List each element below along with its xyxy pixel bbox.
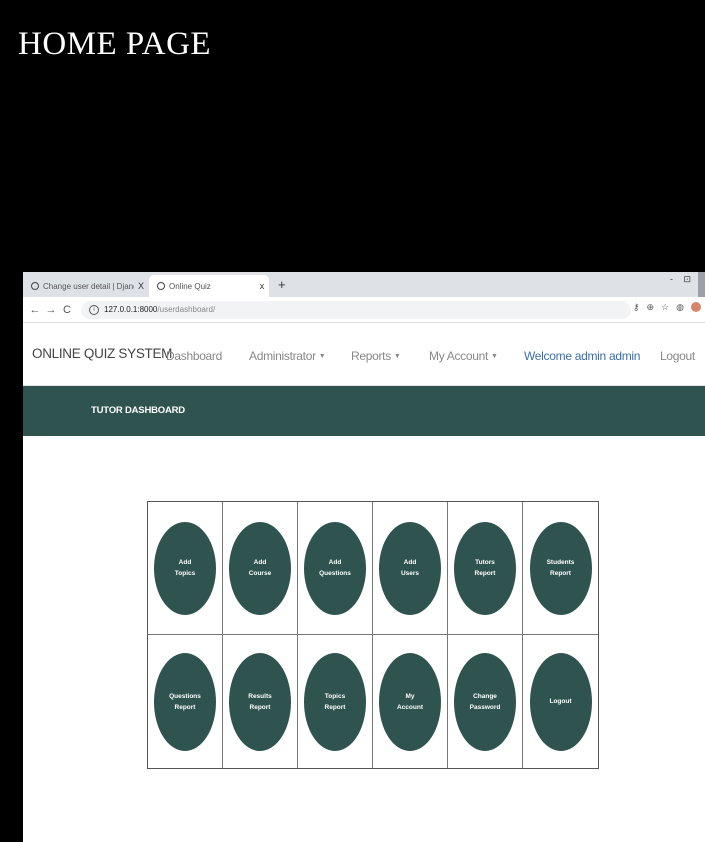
brand-title[interactable]: ONLINE QUIZ SYSTEM <box>32 346 172 361</box>
grid-cell: Results Report <box>223 635 298 768</box>
students-report-button[interactable]: Students Report <box>529 521 592 615</box>
nav-label: Dashboard <box>166 349 223 363</box>
url-host: 127.0.0.1:8000 <box>104 305 158 314</box>
add-topics-button[interactable]: Add Topics <box>154 521 216 615</box>
results-report-button[interactable]: Results Report <box>229 652 291 751</box>
caret-down-icon: ▼ <box>393 353 401 361</box>
nav-label: Administrator <box>249 349 316 363</box>
add-questions-button[interactable]: Add Questions <box>304 521 366 615</box>
dashboard-banner: TUTOR DASHBOARD <box>23 386 705 436</box>
nav-logout[interactable]: Logout <box>660 349 695 363</box>
info-icon[interactable]: i <box>89 304 99 315</box>
close-icon[interactable]: x <box>255 281 269 291</box>
tutors-report-button[interactable]: Tutors Report <box>454 521 516 615</box>
globe-icon <box>157 282 165 290</box>
address-bar: ← → C i 127.0.0.1:8000/userdashboard/ ⚷ … <box>23 297 705 323</box>
page-title: HOME PAGE <box>18 26 212 62</box>
zoom-icon[interactable]: ⊕ <box>647 302 655 313</box>
grid-cell: My Account <box>373 635 448 768</box>
back-arrow-icon[interactable]: ← <box>27 304 43 316</box>
nav-my-account[interactable]: My Account ▼ <box>429 349 498 363</box>
grid-cell: Add Course <box>223 502 298 635</box>
caret-down-icon: ▼ <box>491 353 498 361</box>
new-tab-button[interactable]: + <box>278 277 286 292</box>
add-course-button[interactable]: Add Course <box>229 521 291 615</box>
globe-icon <box>31 282 39 290</box>
star-icon[interactable]: ☆ <box>661 302 669 313</box>
url-input[interactable]: i 127.0.0.1:8000/userdashboard/ <box>81 300 631 319</box>
tab-label: Change user detail | Django site <box>43 281 134 291</box>
app-navbar: ONLINE QUIZ SYSTEM Dashboard Administrat… <box>23 323 705 386</box>
questions-report-button[interactable]: Questions Report <box>154 652 216 751</box>
add-users-button[interactable]: Add Users <box>379 521 441 615</box>
tab-label: Online Quiz <box>169 281 211 291</box>
grid-cell: Add Topics <box>148 502 223 635</box>
grid-cell: Topics Report <box>298 635 373 768</box>
logout-button[interactable]: Logout <box>529 652 592 751</box>
browser-screenshot: Change user detail | Django site X Onlin… <box>23 272 705 842</box>
my-account-button[interactable]: My Account <box>379 652 441 751</box>
grid-cell: Add Questions <box>298 502 373 635</box>
grid-cell: Students Report <box>523 502 598 635</box>
nav-dashboard[interactable]: Dashboard <box>166 349 222 363</box>
tab-strip: Change user detail | Django site X Onlin… <box>23 272 705 297</box>
avatar[interactable] <box>691 302 701 312</box>
forward-arrow-icon[interactable]: → <box>43 304 59 316</box>
change-password-button[interactable]: Change Password <box>454 652 516 751</box>
grid-cell: Questions Report <box>148 635 223 768</box>
extension-icon[interactable]: ◍ <box>676 302 684 313</box>
url-path: /userdashboard/ <box>157 305 216 314</box>
welcome-link[interactable]: Welcome admin admin <box>524 349 640 363</box>
dashboard-grid: Add Topics Add Course Add Questions Add … <box>147 501 599 769</box>
key-icon[interactable]: ⚷ <box>633 302 640 313</box>
nav-label: Reports <box>351 349 391 363</box>
caret-down-icon: ▼ <box>318 353 326 361</box>
grid-cell: Change Password <box>448 635 523 768</box>
tab-django-admin[interactable]: Change user detail | Django site X <box>23 275 148 297</box>
grid-cell: Tutors Report <box>448 502 523 635</box>
nav-administrator[interactable]: Administrator ▼ <box>249 349 326 363</box>
nav-reports[interactable]: Reports ▼ <box>351 349 401 363</box>
grid-cell: Logout <box>523 635 598 768</box>
tab-online-quiz[interactable]: Online Quiz x <box>149 275 269 297</box>
banner-title: TUTOR DASHBOARD <box>91 405 185 416</box>
reload-icon[interactable]: C <box>59 304 75 316</box>
grid-cell: Add Users <box>373 502 448 635</box>
topics-report-button[interactable]: Topics Report <box>304 652 366 751</box>
close-icon[interactable]: X <box>134 281 148 291</box>
window-controls[interactable]: - ⊡ <box>670 274 695 285</box>
nav-label: My Account <box>429 349 489 363</box>
window-edge <box>698 272 705 297</box>
